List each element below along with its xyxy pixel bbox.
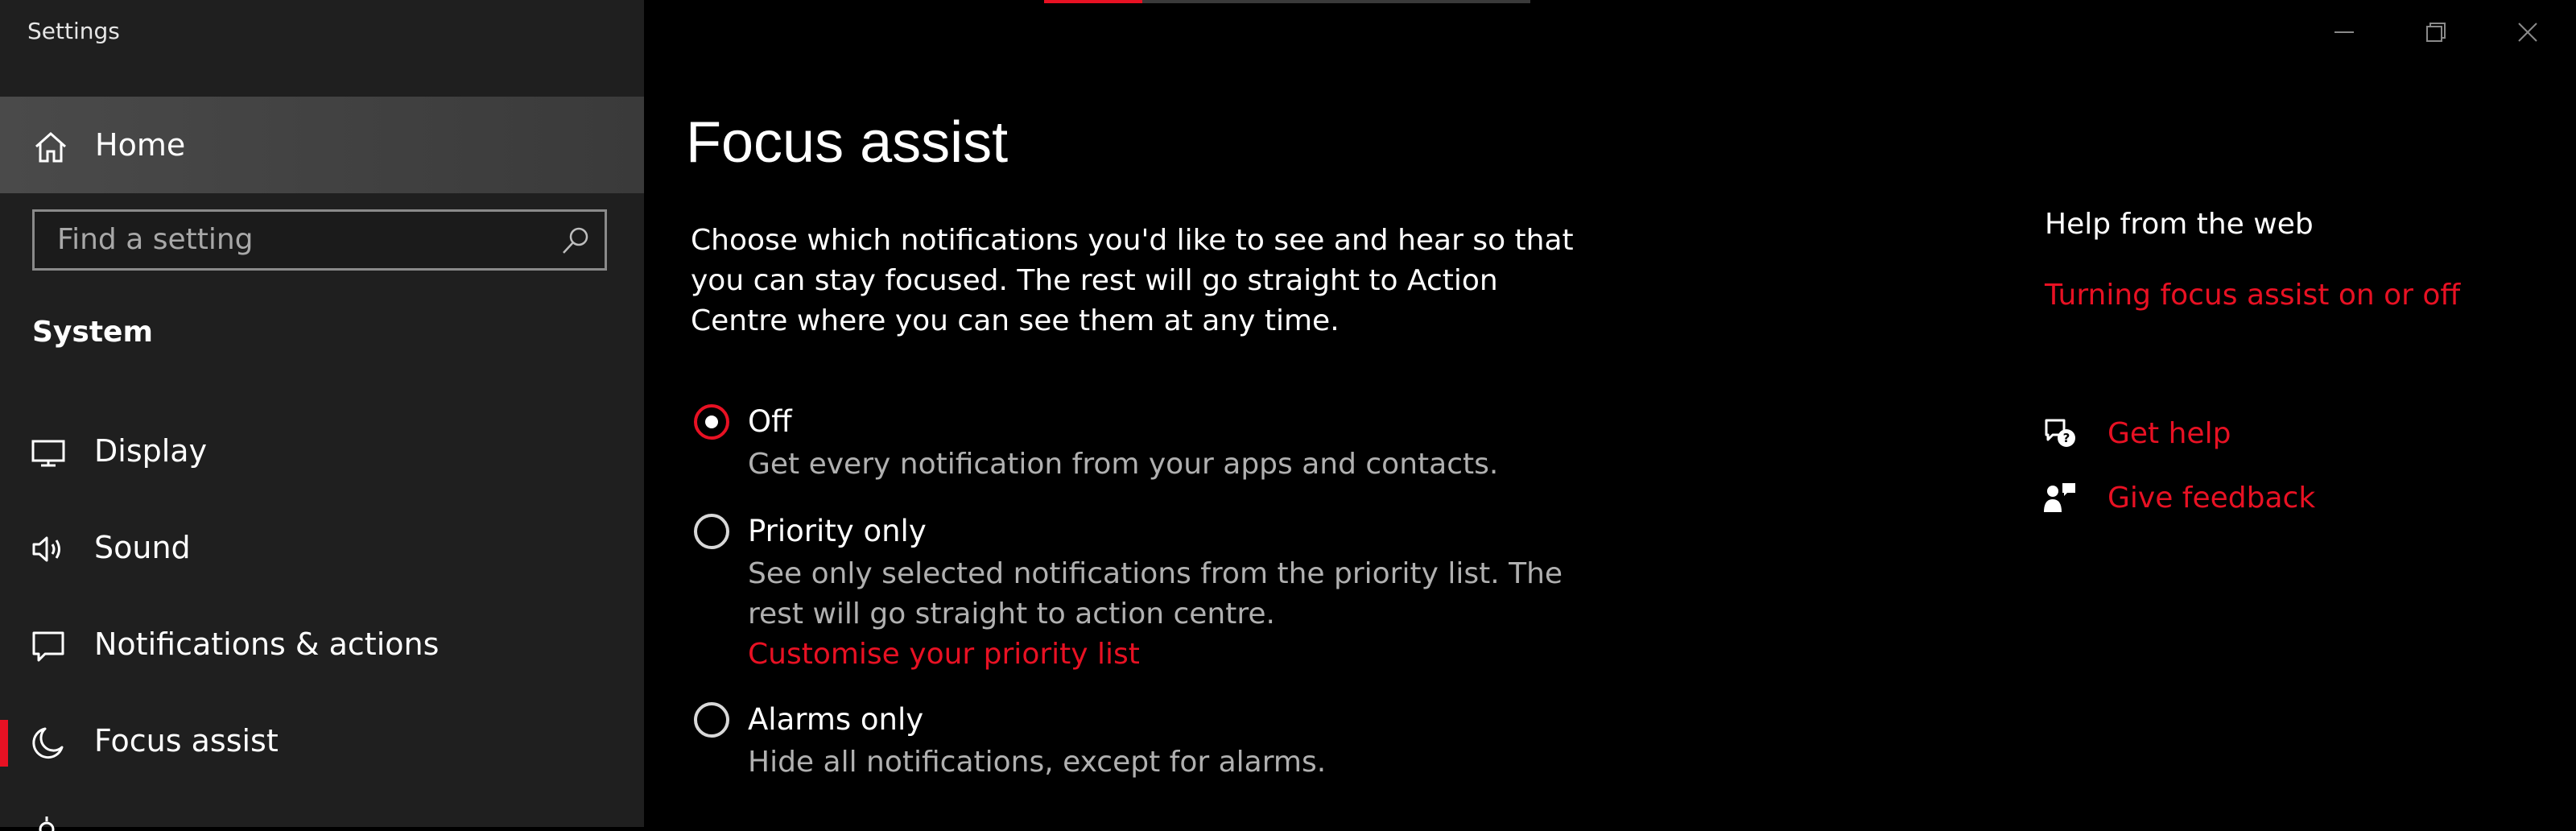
sidebar-item-home[interactable]: Home (0, 97, 644, 193)
minimize-icon[interactable] (2325, 14, 2363, 50)
feedback-icon (2044, 483, 2075, 512)
option-desc-alarms-only: Hide all notifications, except for alarm… (748, 746, 1327, 779)
sound-icon (32, 536, 60, 562)
radio-priority-only[interactable] (694, 514, 729, 549)
window-title: Settings (27, 18, 120, 44)
search-icon[interactable] (561, 226, 590, 255)
option-label-alarms-only[interactable]: Alarms only (748, 702, 923, 737)
sidebar-item-label: Sound (94, 530, 191, 565)
page-description: Choose which notifications you'd like to… (691, 224, 1574, 337)
home-icon (35, 131, 66, 163)
progress-bar-filled (1044, 0, 1142, 3)
svg-text:?: ? (2063, 431, 2070, 445)
sidebar-item-focus-assist[interactable]: Focus assist (0, 702, 644, 783)
option-desc-off: Get every notification from your apps an… (748, 448, 1499, 481)
notifications-icon (32, 631, 64, 662)
option-label-priority-only[interactable]: Priority only (748, 514, 927, 548)
sidebar-item-label: Focus assist (94, 723, 279, 759)
sidebar-item-sound[interactable]: Sound (0, 509, 644, 589)
search-input[interactable]: Find a setting (32, 209, 607, 271)
option-desc-priority-only: See only selected notifications from the… (748, 557, 1563, 630)
display-icon (31, 440, 65, 467)
radio-off[interactable] (694, 404, 729, 440)
sidebar-item-label: Notifications & actions (94, 626, 440, 662)
search-placeholder: Find a setting (57, 223, 254, 256)
sidebar-section-title: System (32, 316, 153, 349)
help-title: Help from the web (2045, 208, 2314, 241)
progress-bar-track (1142, 0, 1530, 3)
radio-alarms-only[interactable] (694, 702, 729, 738)
sidebar: Settings Home Find a setting System Disp… (0, 0, 644, 831)
restore-icon[interactable] (2417, 14, 2455, 50)
give-feedback-label: Give feedback (2107, 482, 2316, 515)
page-title: Focus assist (686, 110, 1009, 175)
get-help-label: Get help (2107, 417, 2231, 450)
partial-nav-icon (39, 817, 55, 831)
sidebar-item-label: Display (94, 433, 208, 469)
option-label-off[interactable]: Off (748, 404, 792, 439)
close-icon[interactable] (2508, 14, 2547, 50)
sidebar-item-label: Home (95, 127, 186, 163)
active-indicator (0, 720, 8, 767)
help-link-focus-assist[interactable]: Turning focus assist on or off (2045, 279, 2460, 312)
get-help-icon: ? (2045, 419, 2075, 447)
customise-priority-list-link[interactable]: Customise your priority list (748, 635, 1633, 675)
sidebar-item-notifications[interactable]: Notifications & actions (0, 606, 644, 686)
moon-icon (32, 727, 64, 759)
sidebar-item-display[interactable]: Display (0, 412, 644, 493)
